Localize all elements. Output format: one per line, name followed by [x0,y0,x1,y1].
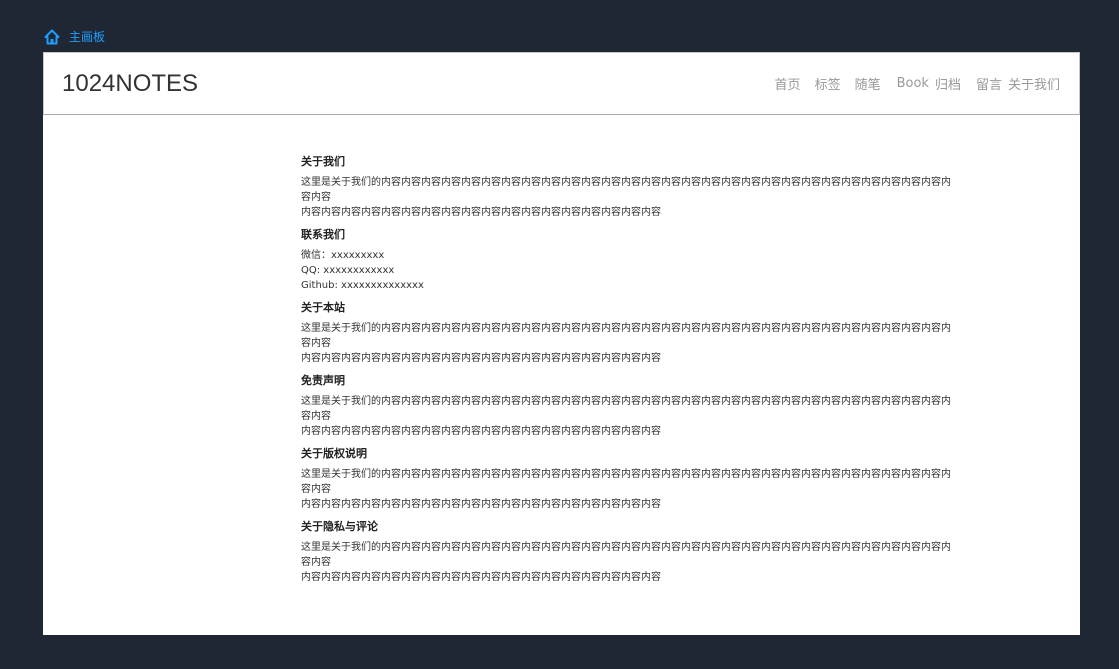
home-icon[interactable] [44,29,60,45]
section-text: 这里是关于我们的内容内容内容内容内容内容内容内容内容内容内容内容内容内容内容内容… [301,323,951,349]
main-nav: 首页 标签 随笔 Book 归档 留言 关于我们 [775,74,1060,93]
nav-book[interactable]: Book [897,76,929,91]
contact-github: Github: xxxxxxxxxxxxxx [301,280,424,291]
section-text: 这里是关于我们的内容内容内容内容内容内容内容内容内容内容内容内容内容内容内容内容… [301,469,951,495]
nav-notes[interactable]: 随笔 [855,74,881,93]
section-text: 这里是关于我们的内容内容内容内容内容内容内容内容内容内容内容内容内容内容内容内容… [301,396,951,422]
section-title: 关于本站 [301,301,345,314]
page-frame: 1024NOTES 首页 标签 随笔 Book 归档 留言 关于我们 关于我们 … [43,52,1080,635]
nav-tags[interactable]: 标签 [815,74,841,93]
section-title: 关于隐私与评论 [301,520,378,533]
section-text: 内容内容内容内容内容内容内容内容内容内容内容内容内容内容内容内容内容内容 [301,207,661,218]
site-logo[interactable]: 1024NOTES [62,70,198,98]
section-text: 这里是关于我们的内容内容内容内容内容内容内容内容内容内容内容内容内容内容内容内容… [301,542,951,568]
section-title: 关于版权说明 [301,447,367,460]
about-content: 关于我们 这里是关于我们的内容内容内容内容内容内容内容内容内容内容内容内容内容内… [301,154,951,585]
section-text: 内容内容内容内容内容内容内容内容内容内容内容内容内容内容内容内容内容内容 [301,426,661,437]
section-title: 关于我们 [301,155,345,168]
nav-message[interactable]: 留言 [976,74,1002,93]
section-text: 内容内容内容内容内容内容内容内容内容内容内容内容内容内容内容内容内容内容 [301,572,661,583]
contact-wechat: 微信：xxxxxxxxx [301,250,385,261]
breadcrumb[interactable]: 主画板 [44,28,105,45]
contact-qq: QQ: xxxxxxxxxxxx [301,265,395,276]
nav-archive[interactable]: 归档 [935,74,961,93]
site-header: 1024NOTES 首页 标签 随笔 Book 归档 留言 关于我们 [43,52,1080,115]
nav-about[interactable]: 关于我们 [1008,74,1060,93]
section-title: 免责声明 [301,374,345,387]
nav-home[interactable]: 首页 [775,74,801,93]
section-text: 内容内容内容内容内容内容内容内容内容内容内容内容内容内容内容内容内容内容 [301,353,661,364]
breadcrumb-label[interactable]: 主画板 [69,28,105,45]
section-text: 这里是关于我们的内容内容内容内容内容内容内容内容内容内容内容内容内容内容内容内容… [301,177,951,203]
section-title: 联系我们 [301,228,345,241]
section-text: 内容内容内容内容内容内容内容内容内容内容内容内容内容内容内容内容内容内容 [301,499,661,510]
